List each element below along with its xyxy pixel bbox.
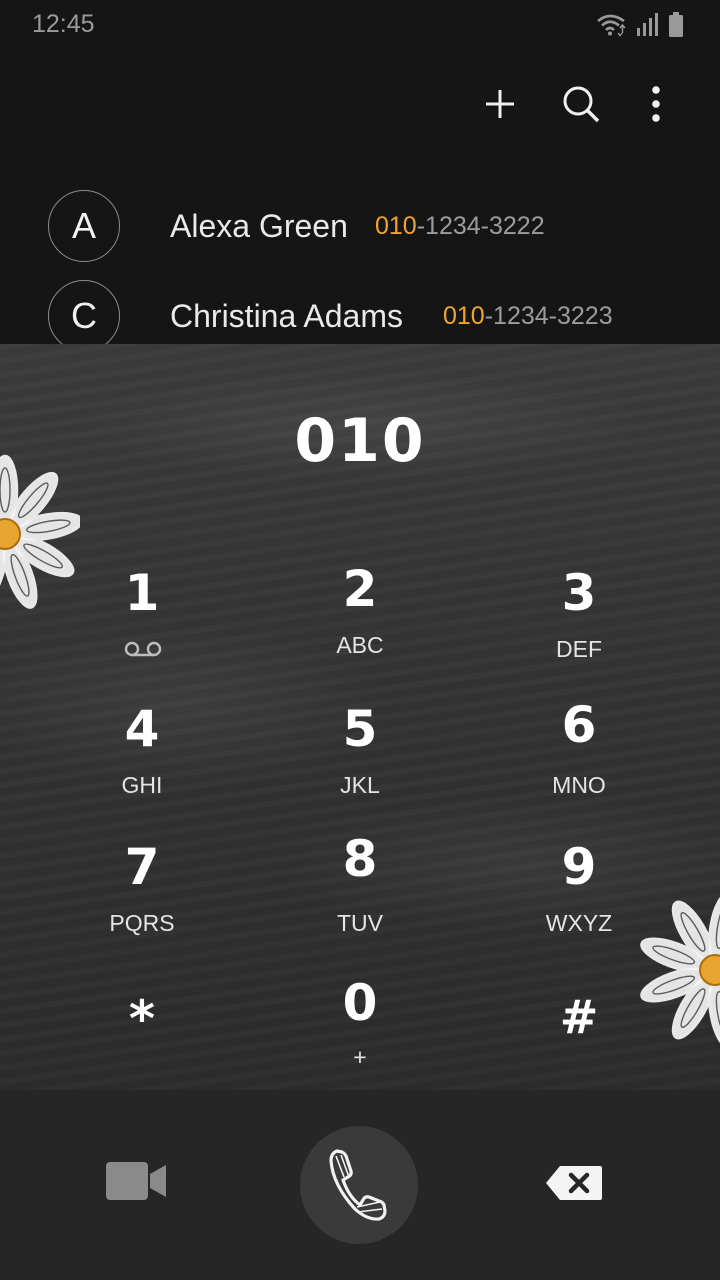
dialed-number: 010	[294, 406, 426, 476]
key-4[interactable]: 4 GHI	[42, 700, 242, 820]
call-button[interactable]	[300, 1126, 418, 1244]
voicemail-icon	[124, 641, 162, 657]
key-digit: *	[128, 990, 156, 1048]
number-rest: -1234-3223	[484, 302, 613, 330]
more-options-button[interactable]	[630, 78, 682, 130]
key-digit: 4	[124, 700, 160, 758]
key-letters: DEF	[556, 636, 602, 662]
avatar: C	[48, 280, 120, 344]
contact-name: Alexa Green	[170, 208, 348, 244]
key-digit: #	[559, 990, 599, 1044]
key-digit: 9	[561, 838, 597, 896]
number-match: 010	[375, 212, 417, 240]
key-digit: 8	[342, 830, 378, 888]
video-call-button[interactable]	[104, 1160, 180, 1216]
key-9[interactable]: 9 WXYZ	[479, 838, 679, 958]
more-options-icon	[652, 86, 660, 122]
backspace-button[interactable]	[544, 1164, 614, 1210]
status-icons	[596, 12, 684, 38]
add-contact-button[interactable]	[474, 78, 526, 130]
key-0[interactable]: 0 +	[260, 974, 460, 1090]
call-action-bar	[0, 1090, 720, 1280]
status-time: 12:45	[32, 10, 95, 38]
key-digit: 2	[342, 560, 378, 618]
key-5[interactable]: 5 JKL	[260, 700, 460, 820]
key-letters: TUV	[337, 910, 383, 936]
avatar: A	[48, 190, 120, 262]
search-button[interactable]	[555, 78, 607, 130]
key-letters: PQRS	[109, 910, 175, 936]
contact-suggestions: A Alexa Green 010-1234-3222 C Christina …	[0, 160, 720, 344]
key-letters: MNO	[552, 772, 606, 798]
key-7[interactable]: 7 PQRS	[42, 838, 242, 958]
key-letters: JKL	[340, 772, 380, 798]
key-6[interactable]: 6 MNO	[479, 696, 679, 816]
contact-number: 010-1234-3222	[375, 212, 545, 241]
key-digit: 5	[342, 700, 378, 758]
key-letters: WXYZ	[545, 910, 613, 936]
search-icon	[563, 86, 600, 123]
contact-number: 010-1234-3223	[443, 302, 613, 331]
number-match: 010	[443, 302, 485, 330]
wifi-icon	[597, 14, 626, 37]
backspace-icon	[546, 1166, 602, 1200]
key-3[interactable]: 3 DEF	[479, 564, 679, 684]
add-icon	[486, 90, 514, 118]
status-bar: 12:45	[0, 0, 720, 50]
dialer-header	[0, 50, 720, 160]
key-2[interactable]: 2 ABC	[260, 560, 460, 680]
contact-row[interactable]: C Christina Adams 010-1234-3223	[0, 280, 720, 344]
key-star[interactable]: *	[42, 990, 242, 1090]
video-call-icon	[106, 1162, 166, 1200]
key-hash[interactable]: #	[479, 990, 679, 1090]
contact-name: Christina Adams	[170, 298, 403, 334]
key-digit: 7	[124, 838, 160, 896]
key-letters: +	[353, 1044, 367, 1070]
number-rest: -1234-3222	[416, 212, 545, 240]
signal-icon	[637, 13, 658, 36]
key-letters: ABC	[336, 632, 384, 658]
key-letters: GHI	[121, 772, 163, 798]
key-digit: 0	[342, 974, 378, 1032]
keypad-area: 010 1 2 ABC 3 DEF 4 GHI 5 JKL 6 MNO 7 PQ…	[0, 344, 720, 1090]
contact-row[interactable]: A Alexa Green 010-1234-3222	[0, 190, 720, 280]
key-8[interactable]: 8 TUV	[260, 830, 460, 950]
key-digit: 1	[124, 564, 160, 622]
battery-icon	[669, 12, 683, 37]
key-digit: 6	[561, 696, 597, 754]
phone-call-icon	[329, 1149, 387, 1221]
key-digit: 3	[561, 564, 597, 622]
key-1[interactable]: 1	[42, 564, 242, 684]
